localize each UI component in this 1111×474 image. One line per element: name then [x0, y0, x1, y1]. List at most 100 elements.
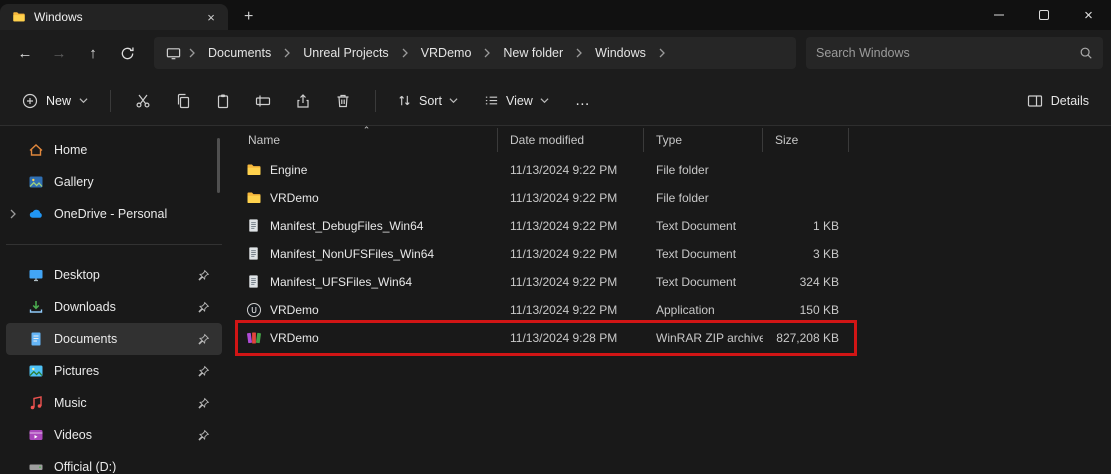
- breadcrumb-item-unreal-projects[interactable]: Unreal Projects: [298, 43, 393, 63]
- file-size: 827,208 KB: [763, 331, 849, 345]
- file-name: Engine: [270, 163, 307, 177]
- new-button[interactable]: New: [12, 86, 98, 116]
- breadcrumb-item-new-folder[interactable]: New folder: [498, 43, 568, 63]
- this-pc-icon[interactable]: [166, 46, 181, 61]
- pin-icon: [197, 333, 210, 346]
- table-row[interactable]: Manifest_UFSFiles_Win64 11/13/2024 9:22 …: [236, 268, 1111, 296]
- search-icon[interactable]: [1079, 46, 1093, 60]
- navigation-bar: ← → ↑ Documents Unreal Projects VRDemo N…: [0, 30, 1111, 76]
- close-button[interactable]: ×: [1066, 0, 1111, 30]
- sidebar-item-onedrive[interactable]: OneDrive - Personal: [6, 198, 222, 230]
- sidebar-item-documents[interactable]: Documents: [6, 323, 222, 355]
- file-name: VRDemo: [270, 191, 319, 205]
- sort-icon: [397, 93, 412, 108]
- sidebar-item-pictures[interactable]: Pictures: [6, 355, 222, 387]
- refresh-button[interactable]: [110, 37, 144, 69]
- column-header-size[interactable]: Size: [763, 128, 849, 152]
- breadcrumb-item-windows[interactable]: Windows: [590, 43, 651, 63]
- file-type: File folder: [644, 163, 763, 177]
- maximize-button[interactable]: [1021, 0, 1066, 30]
- file-date: 11/13/2024 9:28 PM: [498, 331, 644, 345]
- sort-button-label: Sort: [419, 94, 442, 108]
- folder-icon: [246, 190, 262, 206]
- pin-icon: [197, 301, 210, 314]
- window-controls: ×: [976, 0, 1111, 30]
- sort-button[interactable]: Sort: [388, 86, 467, 115]
- toolbar-separator: [110, 90, 111, 112]
- chevron-right-icon[interactable]: [398, 48, 412, 58]
- chevron-right-icon[interactable]: [572, 48, 586, 58]
- file-name: VRDemo: [270, 331, 319, 345]
- new-tab-button[interactable]: +: [244, 9, 253, 25]
- column-header-date-modified[interactable]: Date modified: [498, 128, 644, 152]
- sidebar-item-music[interactable]: Music: [6, 387, 222, 419]
- text-document-icon: [246, 274, 262, 290]
- documents-icon: [28, 331, 44, 347]
- rename-button[interactable]: [243, 84, 283, 118]
- chevron-right-icon[interactable]: [480, 48, 494, 58]
- explorer-tab[interactable]: Windows ×: [0, 4, 228, 30]
- breadcrumb-item-documents[interactable]: Documents: [203, 43, 276, 63]
- file-name: VRDemo: [270, 303, 319, 317]
- titlebar: Windows × + ×: [0, 0, 1111, 30]
- chevron-right-icon[interactable]: [655, 48, 669, 58]
- cut-button[interactable]: [123, 84, 163, 118]
- svg-text:U: U: [251, 306, 257, 315]
- search-box[interactable]: [806, 37, 1103, 69]
- sidebar-item-downloads[interactable]: Downloads: [6, 291, 222, 323]
- file-type: Application: [644, 303, 763, 317]
- table-row[interactable]: VRDemo 11/13/2024 9:22 PM File folder: [236, 184, 1111, 212]
- folder-icon: [246, 162, 262, 178]
- up-button[interactable]: ↑: [76, 37, 110, 69]
- file-name: Manifest_NonUFSFiles_Win64: [270, 247, 434, 261]
- table-row[interactable]: Manifest_DebugFiles_Win64 11/13/2024 9:2…: [236, 212, 1111, 240]
- share-button[interactable]: [283, 84, 323, 118]
- new-button-label: New: [46, 94, 71, 108]
- copy-button[interactable]: [163, 84, 203, 118]
- chevron-right-icon[interactable]: [280, 48, 294, 58]
- gallery-icon: [28, 174, 44, 190]
- application-icon: U: [246, 302, 262, 318]
- more-options-button[interactable]: …: [566, 84, 600, 118]
- chevron-down-icon: [449, 96, 458, 105]
- desktop-icon: [28, 267, 44, 283]
- table-row[interactable]: Manifest_NonUFSFiles_Win64 11/13/2024 9:…: [236, 240, 1111, 268]
- text-document-icon: [246, 218, 262, 234]
- breadcrumb[interactable]: Documents Unreal Projects VRDemo New fol…: [154, 37, 796, 69]
- content-area: Home Gallery OneDrive - Personal Desktop: [0, 126, 1111, 473]
- sidebar-scrollbar[interactable]: [217, 138, 220, 193]
- tab-title: Windows: [34, 10, 194, 24]
- sidebar-separator: [6, 244, 222, 245]
- chevron-expand-icon[interactable]: [8, 209, 18, 219]
- sidebar-item-gallery[interactable]: Gallery: [6, 166, 222, 198]
- sidebar-item-label: Official (D:): [54, 460, 116, 473]
- chevron-right-icon[interactable]: [185, 48, 199, 58]
- column-headers: ⌃ Name Date modified Type Size: [236, 128, 1111, 152]
- minimize-button[interactable]: [976, 0, 1021, 30]
- search-input[interactable]: [816, 46, 1079, 60]
- view-icon: [484, 93, 499, 108]
- details-button[interactable]: Details: [1017, 86, 1099, 116]
- chevron-down-icon: [540, 96, 549, 105]
- back-button[interactable]: ←: [8, 37, 42, 69]
- column-header-name[interactable]: ⌃ Name: [236, 128, 498, 152]
- sidebar-item-official-drive[interactable]: Official (D:): [6, 451, 222, 473]
- table-row[interactable]: U VRDemo 11/13/2024 9:22 PM Application …: [236, 296, 1111, 324]
- sidebar-item-label: Downloads: [54, 300, 116, 314]
- table-row[interactable]: Engine 11/13/2024 9:22 PM File folder: [236, 156, 1111, 184]
- breadcrumb-item-vrdemo[interactable]: VRDemo: [416, 43, 477, 63]
- column-header-type[interactable]: Type: [644, 128, 763, 152]
- command-toolbar: New Sort View … Details: [0, 76, 1111, 125]
- sidebar-item-desktop[interactable]: Desktop: [6, 259, 222, 291]
- pin-icon: [197, 397, 210, 410]
- file-size: 3 KB: [763, 247, 849, 261]
- forward-button[interactable]: →: [42, 37, 76, 69]
- delete-button[interactable]: [323, 84, 363, 118]
- sidebar-item-home[interactable]: Home: [6, 134, 222, 166]
- tab-close-icon[interactable]: ×: [202, 8, 220, 26]
- paste-button[interactable]: [203, 84, 243, 118]
- sidebar-item-videos[interactable]: Videos: [6, 419, 222, 451]
- file-size: 324 KB: [763, 275, 849, 289]
- view-button[interactable]: View: [475, 86, 558, 115]
- table-row[interactable]: VRDemo 11/13/2024 9:28 PM WinRAR ZIP arc…: [236, 324, 1111, 352]
